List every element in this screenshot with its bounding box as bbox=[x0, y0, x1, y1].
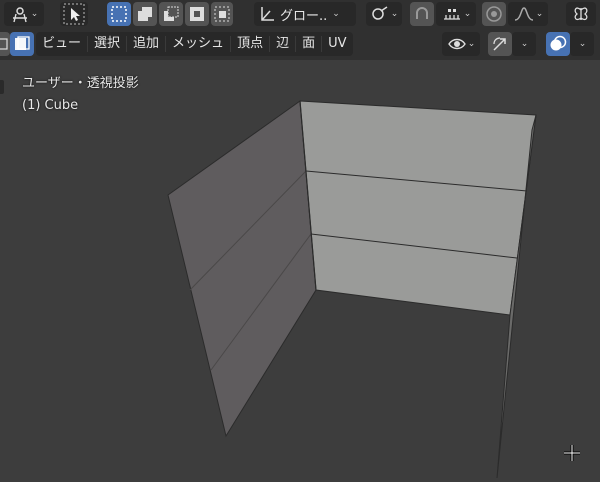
snap-toggle-button[interactable] bbox=[410, 2, 434, 26]
menu-face[interactable]: 面 bbox=[296, 32, 321, 56]
select-tool-icon bbox=[63, 3, 85, 25]
snap-magnet-icon bbox=[416, 7, 428, 19]
mode-extend-button[interactable] bbox=[133, 2, 157, 26]
mesh-render bbox=[167, 100, 537, 479]
back-wall-face bbox=[299, 100, 537, 316]
mode-difference-icon bbox=[190, 7, 204, 21]
active-object-label: (1) Cube bbox=[22, 98, 79, 113]
chevron-down-icon: ⌄ bbox=[467, 39, 476, 49]
menu-edge[interactable]: 辺 bbox=[270, 32, 295, 56]
snap-increment-icon bbox=[443, 9, 460, 20]
transform-orientation-label: グロー.. bbox=[280, 8, 328, 24]
mirror-button[interactable] bbox=[566, 2, 596, 26]
gizmo-toggle-button[interactable] bbox=[488, 32, 512, 56]
overlays-icon bbox=[550, 35, 567, 51]
edit-mode-menus: ビュー 選択 追加 メッシュ 頂点 辺 面 UV bbox=[36, 32, 353, 56]
transform-pivot-button[interactable]: ⌄ bbox=[4, 2, 44, 26]
mode-intersect-icon bbox=[214, 6, 230, 22]
transform-orientation-dropdown[interactable]: グロー.. ⌄ bbox=[254, 2, 356, 26]
gizmo-icon bbox=[493, 37, 506, 51]
snap-link-icon bbox=[371, 6, 388, 20]
3d-viewport[interactable]: ユーザー・透視投影 (1) Cube bbox=[0, 60, 600, 482]
mode-subtract-button[interactable] bbox=[159, 2, 183, 26]
visibility-dropdown[interactable]: ⌄ bbox=[442, 32, 480, 56]
overlays-toggle-button[interactable] bbox=[546, 32, 570, 56]
face-select-icon bbox=[0, 38, 8, 50]
mode-new-button[interactable] bbox=[107, 2, 131, 26]
proportional-edit-button[interactable] bbox=[482, 2, 506, 26]
select-tool-button[interactable] bbox=[60, 2, 88, 26]
chevron-down-icon: ⌄ bbox=[30, 9, 39, 19]
mode-new-icon bbox=[111, 6, 127, 22]
overlays-dropdown[interactable]: ⌄ bbox=[570, 32, 594, 56]
toolbar-grip[interactable] bbox=[0, 80, 4, 94]
face-select-mode-button[interactable] bbox=[0, 32, 10, 56]
chevron-down-icon: ⌄ bbox=[390, 9, 399, 19]
chevron-down-icon: ⌄ bbox=[332, 9, 340, 19]
view-perspective-label: ユーザー・透視投影 bbox=[22, 76, 139, 91]
gizmo-dropdown[interactable]: ⌄ bbox=[512, 32, 536, 56]
chevron-down-icon: ⌄ bbox=[535, 9, 544, 19]
menu-uv[interactable]: UV bbox=[322, 32, 352, 56]
menu-select[interactable]: 選択 bbox=[88, 32, 126, 56]
xray-toggle-button[interactable] bbox=[10, 32, 34, 56]
chevron-down-icon: ⌄ bbox=[578, 39, 587, 49]
transform-pivot-icon bbox=[12, 7, 27, 23]
mode-intersect-button[interactable] bbox=[211, 2, 233, 26]
chevron-down-icon: ⌄ bbox=[463, 9, 472, 19]
eye-icon bbox=[447, 38, 466, 50]
mirror-butterfly-icon bbox=[574, 7, 588, 21]
snap-target-dropdown[interactable]: ⌄ bbox=[436, 2, 476, 26]
menu-vertex[interactable]: 頂点 bbox=[231, 32, 269, 56]
proportional-edit-icon bbox=[486, 6, 502, 22]
viewport-header: ⌄ グロー.. ⌄ ⌄ ⌄ ⌄ bbox=[0, 0, 600, 28]
crosshair-cursor-icon bbox=[564, 445, 580, 461]
xray-icon bbox=[15, 36, 30, 50]
pivot-point-dropdown[interactable]: ⌄ bbox=[366, 2, 402, 26]
left-wall-face bbox=[167, 100, 317, 438]
menu-add[interactable]: 追加 bbox=[127, 32, 165, 56]
menu-view[interactable]: ビュー bbox=[36, 32, 87, 56]
menu-mesh[interactable]: メッシュ bbox=[166, 32, 230, 56]
chevron-down-icon: ⌄ bbox=[520, 39, 529, 49]
falloff-dropdown[interactable]: ⌄ bbox=[508, 2, 548, 26]
mode-extend-icon bbox=[138, 7, 152, 21]
mode-subtract-icon bbox=[164, 6, 179, 21]
transform-orientation-icon bbox=[261, 7, 274, 21]
falloff-curve-icon bbox=[514, 7, 533, 21]
mode-difference-button[interactable] bbox=[185, 2, 209, 26]
